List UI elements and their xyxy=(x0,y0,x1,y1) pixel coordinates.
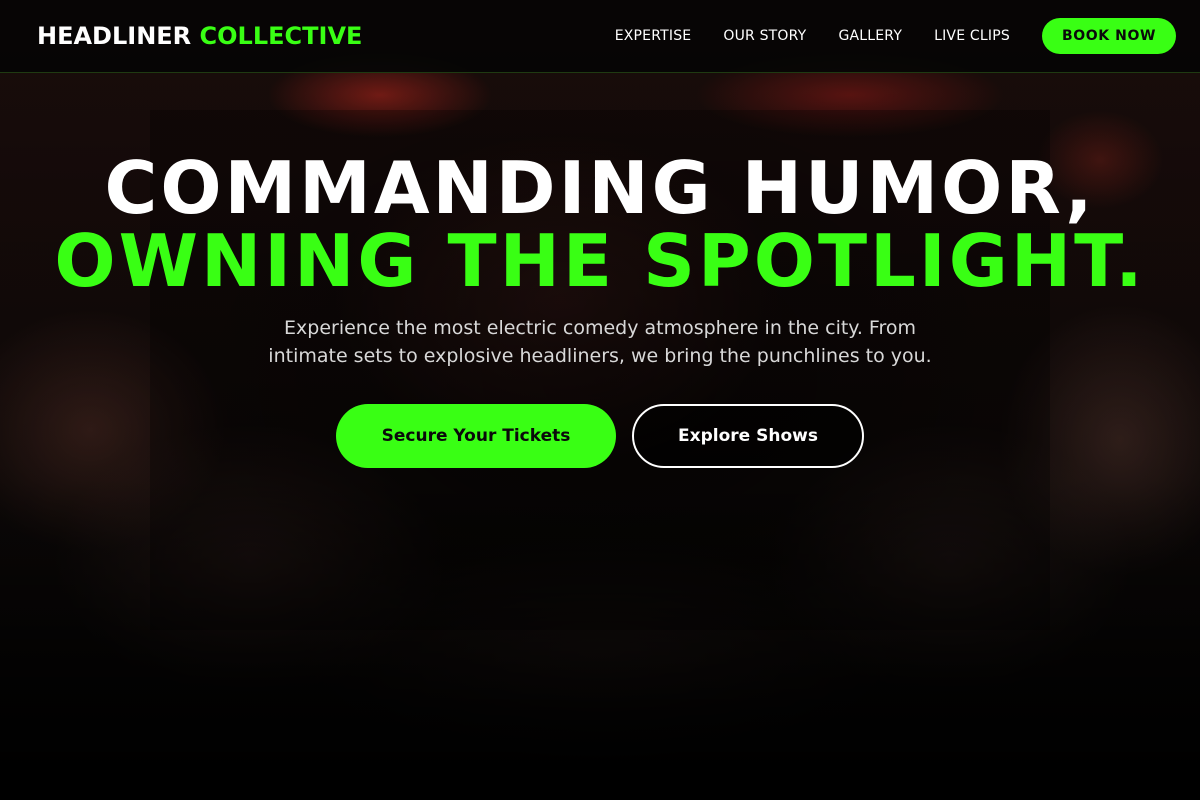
logo-accent-text: COLLECTIVE xyxy=(199,22,363,50)
logo[interactable]: HEADLINER COLLECTIVE xyxy=(37,22,362,50)
nav-link-our-story[interactable]: OUR STORY xyxy=(723,28,806,44)
hero-section: COMMANDING HUMOR, OWNING THE SPOTLIGHT. … xyxy=(0,152,1200,468)
nav-link-live-clips[interactable]: LIVE CLIPS xyxy=(934,28,1010,44)
page: HEADLINER COLLECTIVE EXPERTISE OUR STORY… xyxy=(0,0,1200,800)
logo-primary-text: HEADLINER xyxy=(37,22,192,50)
secure-tickets-button[interactable]: Secure Your Tickets xyxy=(336,404,616,468)
explore-shows-button[interactable]: Explore Shows xyxy=(632,404,864,468)
cta-row: Secure Your Tickets Explore Shows xyxy=(0,404,1200,468)
headline-white-line: COMMANDING HUMOR, xyxy=(104,146,1096,230)
book-now-button[interactable]: BOOK NOW xyxy=(1041,18,1176,54)
main-nav: EXPERTISE OUR STORY GALLERY LIVE CLIPS B… xyxy=(615,18,1176,54)
site-header: HEADLINER COLLECTIVE EXPERTISE OUR STORY… xyxy=(0,0,1200,73)
nav-link-gallery[interactable]: GALLERY xyxy=(838,28,902,44)
hero-headline: COMMANDING HUMOR, OWNING THE SPOTLIGHT. xyxy=(0,152,1200,298)
hero-subtitle: Experience the most electric comedy atmo… xyxy=(268,317,932,367)
headline-green-line: OWNING THE SPOTLIGHT. xyxy=(54,219,1146,303)
nav-link-expertise[interactable]: EXPERTISE xyxy=(615,28,692,44)
